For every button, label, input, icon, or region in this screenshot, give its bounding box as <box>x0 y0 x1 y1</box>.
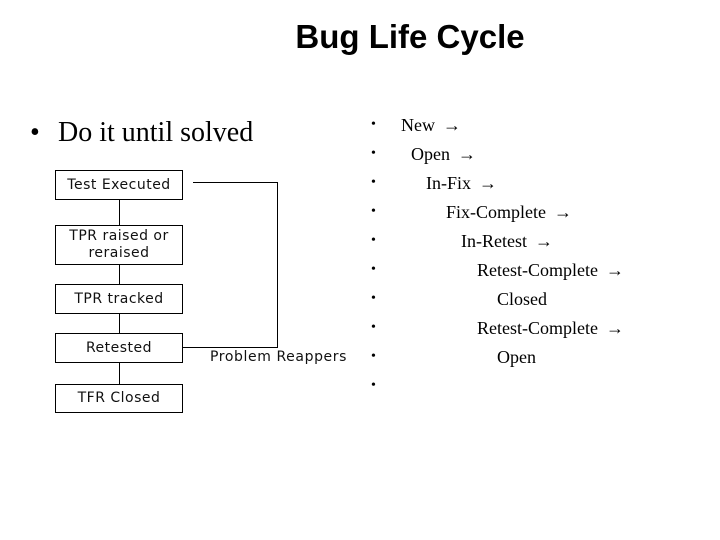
state-list-item-wrapper: Open <box>497 344 536 370</box>
bullet-icon: • <box>371 175 376 190</box>
state-name: In-Retest <box>461 231 527 251</box>
bullet-icon: • <box>371 378 376 393</box>
flowchart-box-tfr-closed: TFR Closed <box>55 384 183 413</box>
bullet-icon: • <box>371 291 376 306</box>
state-list-item-wrapper: Retest-Complete → <box>477 315 624 341</box>
bullet-icon: • <box>371 233 376 248</box>
left-bullet-item: • Do it until solved <box>30 116 253 150</box>
state-list-item: • Closed <box>371 286 547 315</box>
state-name: In-Fix <box>426 173 471 193</box>
state-list-item: • Open → <box>371 141 476 170</box>
state-list-item-wrapper: Closed <box>497 286 547 312</box>
arrow-right-icon: → <box>605 318 624 338</box>
connector-line <box>119 363 120 384</box>
bullet-icon: • <box>371 204 376 219</box>
connector-line <box>119 200 120 225</box>
state-name: Retest-Complete <box>477 260 598 280</box>
state-list-item-wrapper: In-Fix → <box>426 170 497 196</box>
flowchart-box-tpr-raised: TPR raised or reraised <box>55 225 183 265</box>
state-list-item-wrapper: Open → <box>411 141 476 167</box>
left-bullet-text: Do it until solved <box>58 117 254 148</box>
state-name: Fix-Complete <box>446 202 546 222</box>
state-list-item: • Retest-Complete → <box>371 257 624 286</box>
state-list-item: • New → <box>371 112 461 141</box>
state-list-item: • In-Retest → <box>371 228 553 257</box>
flowchart-box-retested: Retested <box>55 333 183 363</box>
state-list-item: • Fix-Complete → <box>371 199 572 228</box>
arrow-right-icon: → <box>534 231 553 251</box>
state-name: Open <box>497 347 536 367</box>
arrow-right-icon: → <box>605 260 624 280</box>
arrow-right-icon: → <box>458 144 476 164</box>
state-name: Closed <box>497 289 548 309</box>
feedback-label: Problem Reappers <box>210 349 348 365</box>
state-list-item-wrapper: Fix-Complete → <box>446 199 572 225</box>
bullet-icon: • <box>371 349 376 364</box>
state-list-item-wrapper: Retest-Complete → <box>477 257 624 283</box>
connector-line <box>119 265 120 284</box>
slide-title: Bug Life Cycle <box>295 18 525 55</box>
state-name: Open <box>411 144 450 164</box>
state-list-item: • Retest-Complete → <box>371 315 624 344</box>
state-list: • New → • Open → • In-Fix → • Fix-Complete → • In-Ret… <box>371 112 624 402</box>
flowchart-box-tpr-tracked: TPR tracked <box>55 284 183 314</box>
state-name: Retest-Complete <box>477 318 598 338</box>
bullet-icon: • <box>371 320 376 335</box>
flowchart-box-test-executed: Test Executed <box>55 170 183 200</box>
state-list-item-wrapper: New → <box>401 112 461 138</box>
bullet-icon: • <box>371 146 376 161</box>
feedback-line-bottom <box>183 347 278 348</box>
state-list-item-wrapper: In-Retest → <box>461 228 553 254</box>
arrow-right-icon: → <box>554 202 572 222</box>
state-list-item: • Open <box>371 344 536 373</box>
state-list-item: • In-Fix → <box>371 170 497 199</box>
arrow-right-icon: → <box>479 173 497 193</box>
bullet-icon: • <box>371 117 376 132</box>
bullet-icon: • <box>30 117 40 148</box>
connector-line <box>119 314 120 333</box>
arrow-right-icon: → <box>443 115 461 135</box>
feedback-line-vertical <box>277 182 278 348</box>
state-list-item: • <box>371 373 381 402</box>
state-name: New <box>401 115 435 135</box>
bullet-icon: • <box>371 262 376 277</box>
feedback-line-top <box>193 182 278 183</box>
